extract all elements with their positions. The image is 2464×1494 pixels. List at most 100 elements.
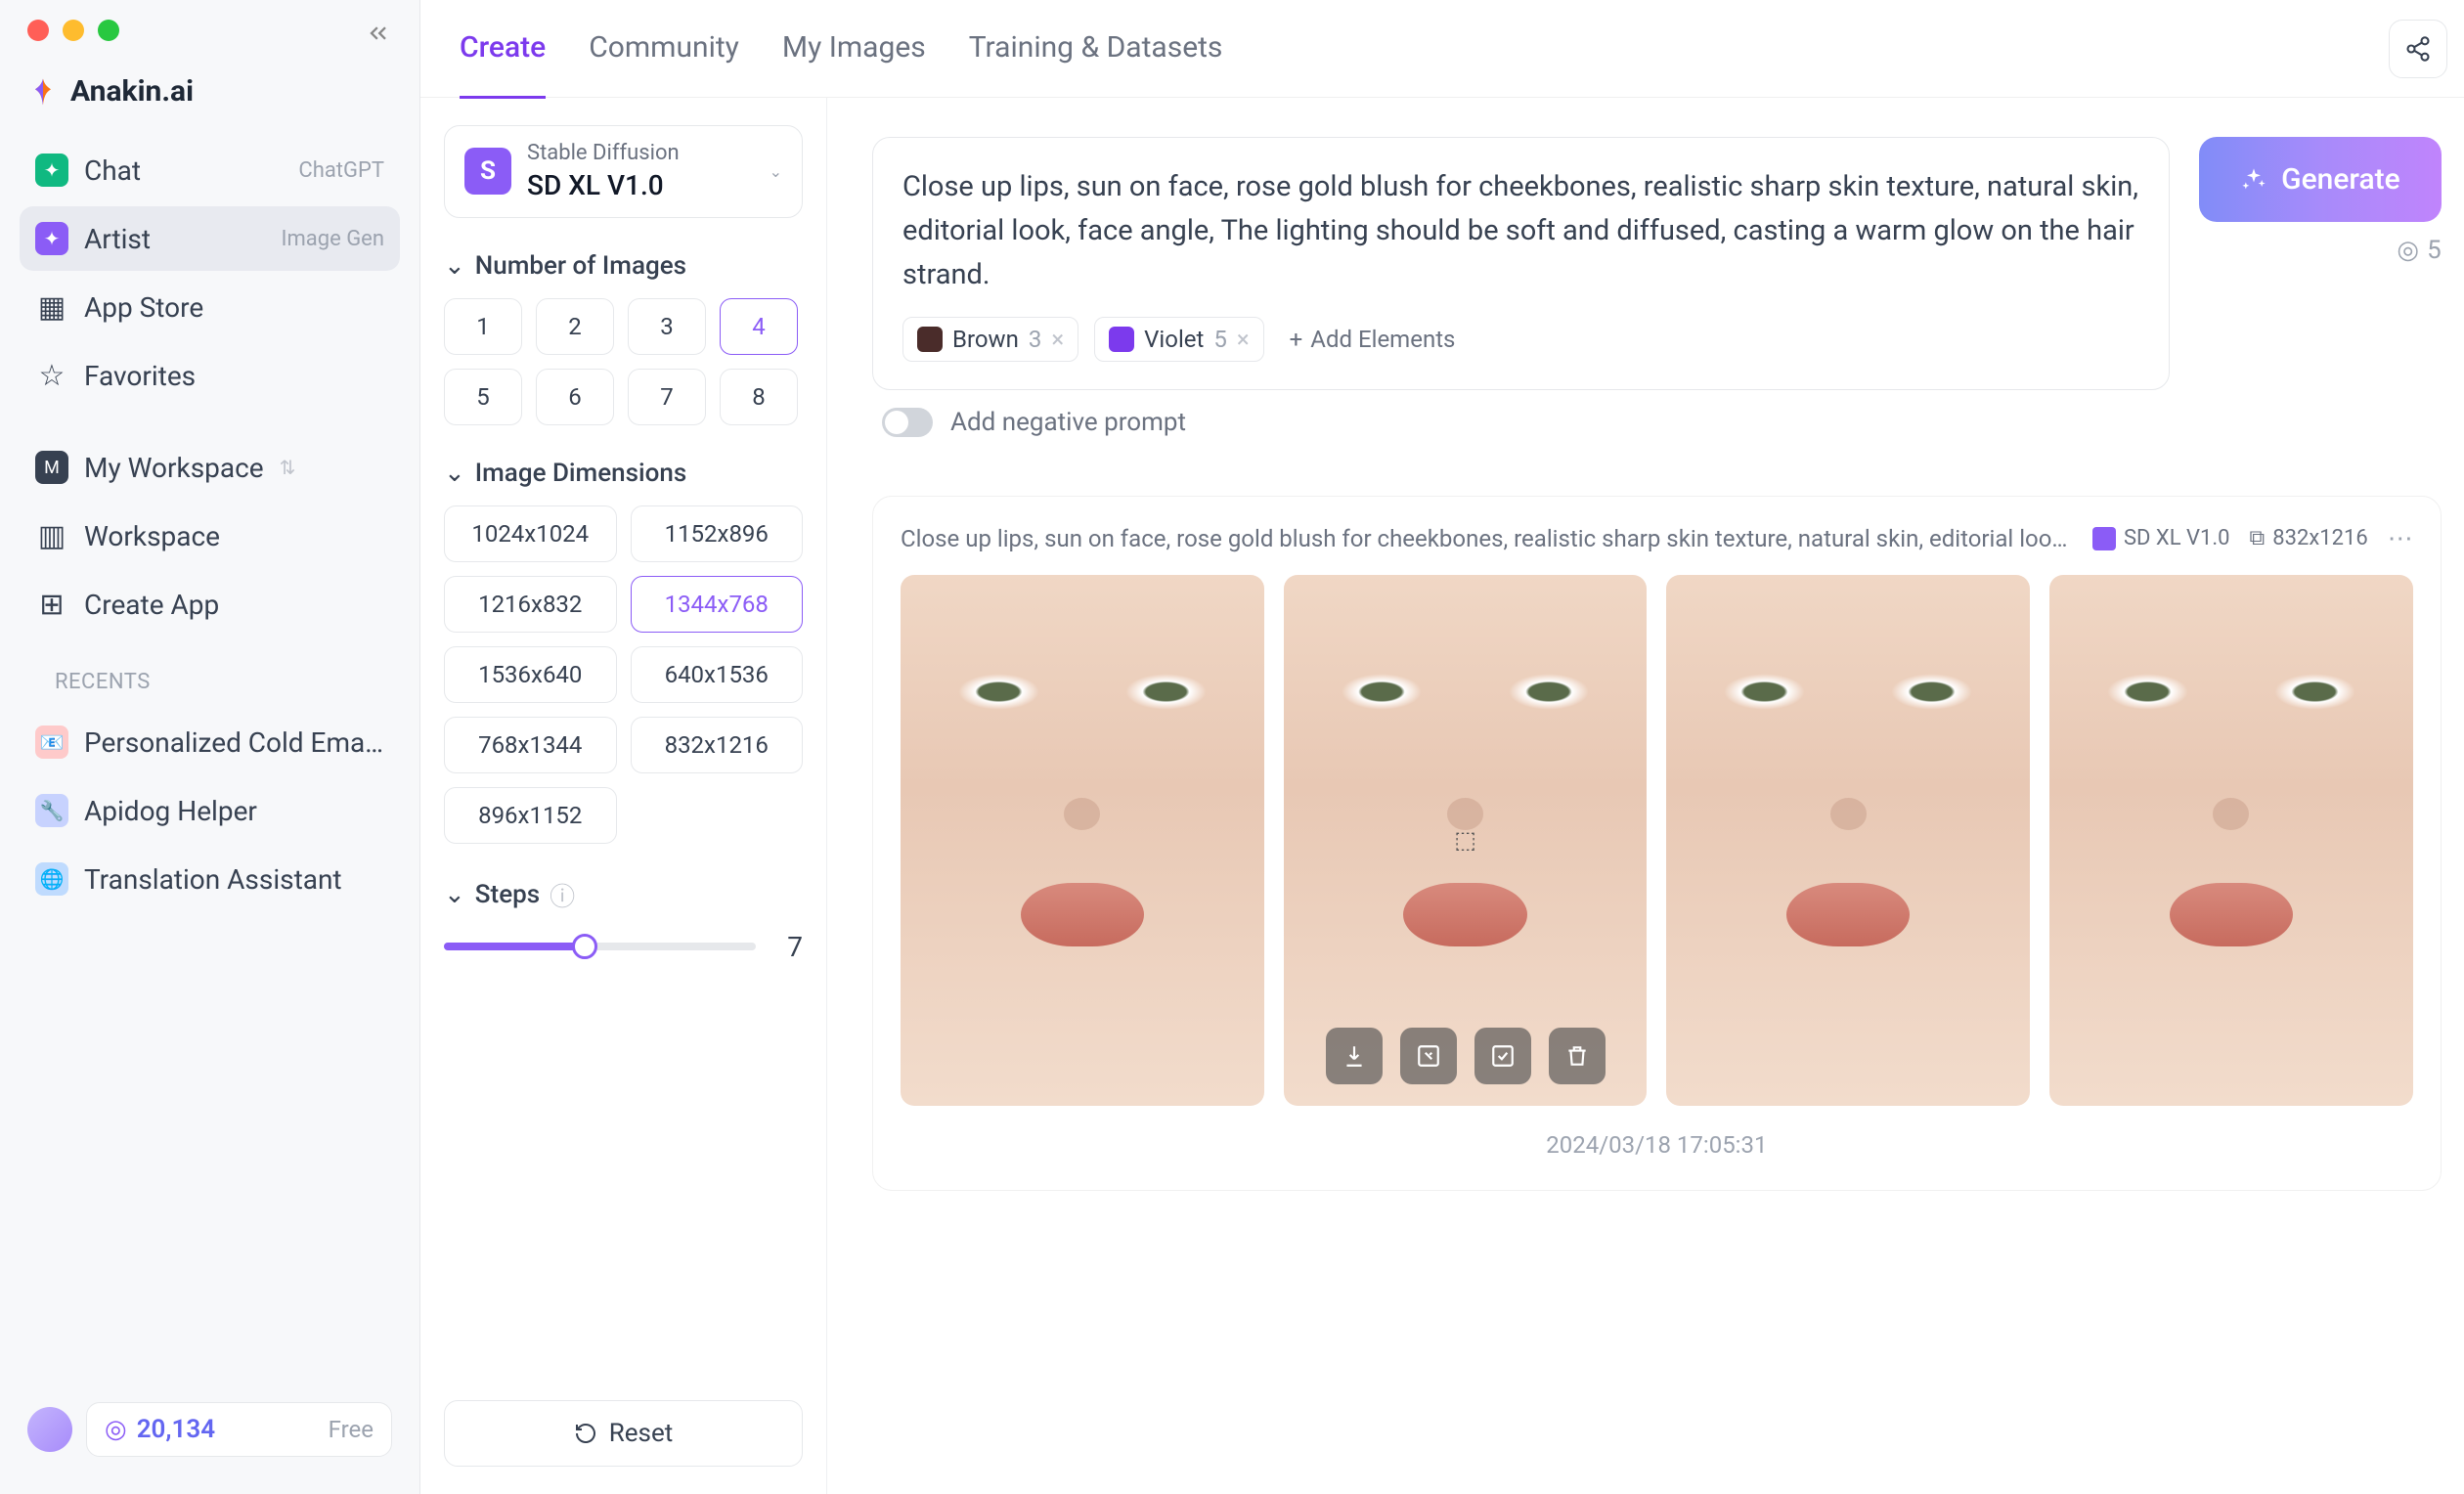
num-images-options: 1 2 3 4 5 6 7 8 [444, 298, 803, 425]
num-opt-8[interactable]: 8 [720, 369, 798, 425]
dim-opt[interactable]: 1536x640 [444, 646, 617, 703]
reset-icon [574, 1422, 597, 1445]
negative-label: Add negative prompt [950, 408, 1186, 437]
group-label: Number of Images [475, 251, 686, 281]
window-minimize-icon[interactable] [63, 20, 84, 41]
image-grid: ⬚ [901, 575, 2413, 1106]
workspace: S Stable Diffusion SD XL V1.0 ⌄ ⌄ Number… [420, 98, 2464, 1494]
nav-label: My Workspace [84, 452, 264, 484]
group-toggle[interactable]: ⌄ Steps ⓘ [444, 877, 803, 913]
num-opt-5[interactable]: 5 [444, 369, 522, 425]
negative-prompt-toggle[interactable] [882, 408, 933, 437]
nav-label: Chat [84, 154, 141, 187]
edit-button[interactable] [1474, 1028, 1531, 1084]
enhance-button[interactable] [1400, 1028, 1457, 1084]
plan-tag: Free [329, 1416, 374, 1443]
tab-my-images[interactable]: My Images [782, 0, 926, 99]
dim-opt[interactable]: 768x1344 [444, 717, 617, 773]
num-opt-7[interactable]: 7 [628, 369, 706, 425]
tabs: Create Community My Images Training & Da… [460, 0, 1222, 99]
frame-icon: ⧉ [2250, 526, 2266, 550]
window-controls [0, 20, 419, 74]
window-close-icon[interactable] [27, 20, 49, 41]
model-badge-icon [2092, 527, 2116, 550]
chevron-down-icon: ⌄ [444, 880, 465, 909]
model-selector[interactable]: S Stable Diffusion SD XL V1.0 ⌄ [444, 125, 803, 218]
result-image-1[interactable] [901, 575, 1264, 1106]
result-header: Close up lips, sun on face, rose gold bl… [901, 524, 2413, 553]
nav-artist[interactable]: ✦ Artist Image Gen [20, 206, 400, 271]
plus-icon: + [1290, 326, 1303, 353]
generate-button[interactable]: Generate [2199, 137, 2442, 222]
nav-label: Workspace [84, 520, 220, 552]
slider-thumb[interactable] [572, 934, 597, 959]
num-opt-3[interactable]: 3 [628, 298, 706, 355]
nav-app-store[interactable]: ▦ App Store [20, 275, 400, 339]
nav-label: App Store [84, 291, 203, 324]
nav-create-app[interactable]: ⊞ Create App [20, 572, 400, 637]
result-image-4[interactable] [2049, 575, 2413, 1106]
result-model: SD XL V1.0 [2124, 526, 2230, 550]
chip-remove-icon[interactable]: × [1237, 326, 1250, 353]
sidebar: Anakin.ai ✦ Chat ChatGPT ✦ Artist Image … [0, 0, 420, 1494]
slider-fill [444, 943, 585, 950]
user-avatar[interactable] [27, 1407, 72, 1452]
recent-item-1[interactable]: 🔧 Apidog Helper [20, 778, 400, 843]
sidebar-footer: ◎ 20,134 Free [0, 1384, 419, 1474]
window-zoom-icon[interactable] [98, 20, 119, 41]
share-button[interactable] [2389, 20, 2447, 78]
brand-logo-icon [27, 76, 59, 108]
dim-opt[interactable]: 896x1152 [444, 787, 617, 844]
add-elements-button[interactable]: + Add Elements [1280, 318, 1466, 361]
nav-list: ✦ Chat ChatGPT ✦ Artist Image Gen ▦ App … [0, 138, 419, 1384]
chip-remove-icon[interactable]: × [1051, 326, 1064, 353]
group-toggle[interactable]: ⌄ Image Dimensions [444, 459, 803, 488]
num-opt-1[interactable]: 1 [444, 298, 522, 355]
cost-value: 5 [2427, 236, 2442, 265]
recent-item-0[interactable]: 📧 Personalized Cold Email Fro… [20, 710, 400, 774]
download-button[interactable] [1326, 1028, 1383, 1084]
num-opt-6[interactable]: 6 [536, 369, 614, 425]
element-chip-violet[interactable]: Violet 5 × [1094, 317, 1264, 362]
group-toggle[interactable]: ⌄ Number of Images [444, 251, 803, 281]
info-icon[interactable]: ⓘ [550, 877, 575, 913]
result-image-3[interactable] [1666, 575, 2030, 1106]
tab-create[interactable]: Create [460, 0, 546, 99]
dim-opt[interactable]: 1152x896 [631, 505, 804, 562]
credit-pill[interactable]: ◎ 20,134 Free [86, 1402, 392, 1457]
nav-label: Artist [84, 223, 151, 255]
dim-opt[interactable]: 640x1536 [631, 646, 804, 703]
nav-workspace[interactable]: ▥ Workspace [20, 504, 400, 568]
dim-opt[interactable]: 1216x832 [444, 576, 617, 633]
group-label: Steps [475, 880, 540, 909]
prompt-text[interactable]: Close up lips, sun on face, rose gold bl… [902, 165, 2139, 297]
nav-chat[interactable]: ✦ Chat ChatGPT [20, 138, 400, 202]
sidebar-collapse-button[interactable] [365, 20, 392, 47]
dim-opt[interactable]: 1344x768 [631, 576, 804, 633]
setting-dimensions: ⌄ Image Dimensions 1024x1024 1152x896 12… [444, 459, 803, 844]
tab-community[interactable]: Community [589, 0, 739, 99]
steps-slider[interactable] [444, 943, 756, 950]
dim-opt[interactable]: 1024x1024 [444, 505, 617, 562]
prompt-box: Close up lips, sun on face, rose gold bl… [872, 137, 2170, 390]
tab-training[interactable]: Training & Datasets [969, 0, 1223, 99]
topbar: Create Community My Images Training & Da… [420, 0, 2464, 98]
result-image-2[interactable]: ⬚ [1284, 575, 1648, 1106]
store-icon: ▦ [35, 290, 68, 324]
dim-opt[interactable]: 832x1216 [631, 717, 804, 773]
prompt-elements: Brown 3 × Violet 5 × + [902, 317, 2139, 362]
reset-label: Reset [609, 1419, 674, 1448]
chevron-down-icon: ⌄ [444, 251, 465, 281]
element-chip-brown[interactable]: Brown 3 × [902, 317, 1078, 362]
result-more-button[interactable]: ⋯ [2388, 524, 2413, 553]
num-opt-4[interactable]: 4 [720, 298, 798, 355]
delete-button[interactable] [1549, 1028, 1606, 1084]
reset-button[interactable]: Reset [444, 1400, 803, 1467]
recent-item-2[interactable]: 🌐 Translation Assistant [20, 847, 400, 911]
chip-weight: 5 [1213, 326, 1227, 353]
num-opt-2[interactable]: 2 [536, 298, 614, 355]
nav-my-workspace[interactable]: M My Workspace ⇅ [20, 435, 400, 500]
chip-label: Brown [952, 326, 1019, 353]
nav-favorites[interactable]: ☆ Favorites [20, 343, 400, 408]
artist-icon: ✦ [35, 222, 68, 255]
